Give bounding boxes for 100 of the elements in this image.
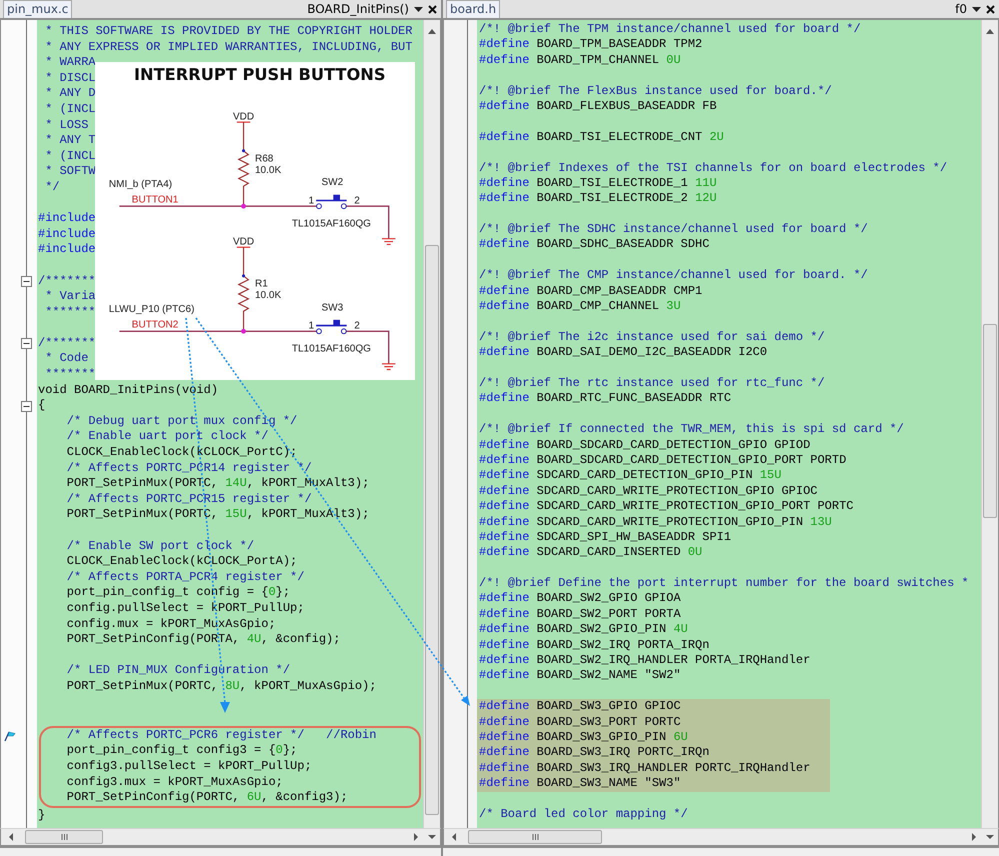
code-line: #define SDCARD_CARD_WRITE_PROTECTION_GPIO GPIOC — [479, 484, 818, 500]
code-line: #define BOARD_SW2_PORT PORTA — [479, 606, 681, 622]
scrollbar-thumb[interactable] — [468, 830, 602, 844]
pin-label: 1 — [308, 320, 314, 332]
code-line: /* Debug uart port mux config */ — [66, 414, 298, 430]
scroll-up-icon[interactable] — [428, 29, 436, 34]
code-line: #define BOARD_SW2_NAME "SW2" — [479, 668, 681, 684]
code-line: * SOFTW — [44, 164, 96, 180]
code-line: * DISCL — [44, 70, 96, 86]
schematic-title: INTERRUPT PUSH BUTTONS — [134, 65, 386, 84]
code-line: #define BOARD_SDCARD_CARD_DETECTION_GPIO GPIOD — [479, 438, 810, 453]
code-line: /* Affects PORTC_PCR6 register */ //Robin — [66, 728, 376, 744]
code-line: #define SDCARD_CARD_WRITE_PROTECTION_GPIO_PORT PORTC — [479, 499, 854, 514]
resistor-label: R68 — [255, 153, 274, 164]
code-line: /*! @brief The rtc instance used for rtc_func */ — [479, 376, 825, 392]
code-line: ******* — [44, 367, 96, 383]
code-line: void BOARD_InitPins(void) — [38, 382, 218, 398]
code-line: #define BOARD_SW2_GPIO GPIOA — [479, 591, 681, 607]
part-label: TL1015AF160QG — [292, 218, 371, 230]
code-line: PORT_SetPinConfig(PORTA, 4U, &config); — [66, 632, 340, 648]
part-label: TL1015AF160QG — [292, 343, 371, 354]
scroll-down-icon[interactable] — [428, 835, 436, 839]
code-line: /*! @brief Define the port interrupt number for the board switches * — [479, 576, 969, 592]
scroll-down-icon[interactable] — [986, 835, 994, 839]
code-line: /******* — [38, 274, 96, 290]
horizontal-scrollbar[interactable] — [0, 828, 441, 846]
code-line: /* LED PIN_MUX Configuration */ — [66, 663, 290, 679]
file-tab[interactable]: pin_mux.c — [3, 0, 72, 18]
code-line: PORT_SetPinMux(PORTC, 8U, kPORT_MuxAsGpio); — [66, 678, 376, 695]
code-line: #define BOARD_SDCARD_CARD_DETECTION_GPIO_PORT PORTD — [479, 452, 846, 468]
code-line: #define BOARD_CMP_CHANNEL 3U — [479, 299, 681, 314]
code-line: #define BOARD_SW3_GPIO GPIOC — [479, 699, 681, 715]
code-line: #define BOARD_SW2_GPIO_PIN 4U — [479, 622, 688, 638]
fold-toggle-icon[interactable] — [21, 276, 32, 287]
code-line: /* Affects PORTC_PCR15 register */ — [66, 492, 312, 508]
code-line: config3.pullSelect = kPORT_PullUp; — [66, 758, 312, 774]
fold-toggle-icon[interactable] — [21, 338, 32, 350]
code-line: #include — [38, 211, 96, 227]
resistor-value: 10.0K — [255, 164, 282, 176]
grip-icon — [532, 834, 538, 840]
switch-label: SW2 — [322, 177, 344, 188]
code-line: #define BOARD_RTC_FUNC_BASEADDR RTC — [479, 391, 732, 407]
code-line: /* Enable uart port clock */ — [66, 429, 268, 446]
code-line: #define BOARD_SW3_IRQ PORTC_IRQn — [479, 745, 710, 761]
code-line: #define SDCARD_CARD_WRITE_PROTECTION_GPIO_PIN 13U — [479, 514, 832, 530]
code-line: CLOCK_EnableClock(kCLOCK_PortA); — [66, 554, 298, 570]
horizontal-scrollbar[interactable] — [443, 828, 999, 846]
file-tab[interactable]: board.h — [446, 0, 500, 18]
caret-icon — [972, 6, 981, 12]
net-label: BUTTON1 — [132, 194, 178, 206]
scroll-left-icon[interactable] — [452, 833, 456, 841]
code-line: #define BOARD_TPM_BASEADDR TPM2 — [479, 37, 702, 53]
signal-label: NMI_b (PTA4) — [108, 179, 172, 190]
code-line: #define BOARD_SW2_IRQ_HANDLER PORTA_IRQHandler — [479, 653, 810, 668]
resistor-label: R1 — [255, 278, 268, 290]
code-line: config3.mux = kPORT_MuxAsGpio; — [66, 774, 283, 790]
code-line: #define BOARD_FLEXBUS_BASEADDR FB — [479, 98, 717, 114]
code-line: ******* — [44, 304, 96, 320]
supply-label: VDD — [232, 111, 254, 122]
scroll-up-icon[interactable] — [986, 29, 994, 34]
scroll-right-icon[interactable] — [972, 833, 976, 841]
function-selector[interactable]: f0 — [955, 0, 967, 18]
code-line: #include — [38, 226, 96, 242]
code-line: * THIS SOFTWARE IS PROVIDED BY THE COPYRIGHT HOLDER — [44, 24, 412, 40]
code-line: /* Affects PORTC_PCR14 register */ — [66, 460, 312, 476]
code-line: /* Enable SW port clock */ — [66, 538, 254, 554]
code-line: * WARRA — [44, 55, 96, 71]
pin-label: 2 — [354, 195, 360, 206]
scrollbar-thumb[interactable] — [425, 245, 439, 815]
code-line: #define SDCARD_CARD_DETECTION_GPIO_PIN 15U — [479, 468, 782, 484]
code-line: port_pin_config_t config3 = {0}; — [66, 743, 298, 759]
vertical-scrollbar[interactable] — [981, 20, 998, 828]
code-line: * ANY EXPRESS OR IMPLIED WARRANTIES, INCLUDING, BUT — [44, 40, 412, 56]
code-line: #define BOARD_SW3_GPIO_PIN 6U — [479, 730, 688, 746]
code-line: CLOCK_EnableClock(kCLOCK_PortC); — [66, 445, 298, 461]
vertical-scrollbar[interactable] — [423, 20, 440, 828]
code-line: } — [38, 808, 46, 824]
code-line: * ANY D — [44, 86, 96, 102]
code-line: PORT_SetPinConfig(PORTC, 6U, &config3); — [66, 790, 348, 806]
code-line: port_pin_config_t config = {0}; — [66, 585, 290, 601]
scrollbar-thumb[interactable] — [25, 830, 103, 844]
code-line: #define BOARD_TSI_ELECTRODE_CNT 2U — [479, 130, 724, 146]
code-line: */ — [44, 180, 60, 196]
code-line: /*! @brief The SDHC instance/channel used for board */ — [479, 222, 868, 238]
code-line: #define BOARD_TPM_CHANNEL 0U — [479, 52, 681, 68]
code-line: #define BOARD_SW3_PORT PORTC — [479, 714, 681, 730]
signal-label: LLWU_P10 (PTC6) — [108, 304, 194, 316]
code-line: config.mux = kPORT_MuxAsGpio; — [66, 616, 276, 632]
scrollbar-thumb[interactable] — [983, 324, 997, 518]
fold-toggle-icon[interactable] — [21, 400, 32, 412]
scroll-right-icon[interactable] — [414, 833, 418, 841]
code-line: * LOSS — [44, 118, 88, 134]
function-selector[interactable]: BOARD_InitPins() — [307, 0, 409, 18]
scroll-left-icon[interactable] — [9, 833, 13, 841]
code-line: #define BOARD_SW3_NAME "SW3" — [479, 776, 681, 792]
close-icon[interactable] — [428, 4, 437, 14]
close-icon[interactable] — [986, 4, 995, 14]
code-line: #define BOARD_CMP_BASEADDR CMP1 — [479, 284, 702, 300]
code-line: #define BOARD_TSI_ELECTRODE_1 11U — [479, 176, 717, 192]
code-line: config.pullSelect = kPORT_PullUp; — [66, 600, 304, 617]
